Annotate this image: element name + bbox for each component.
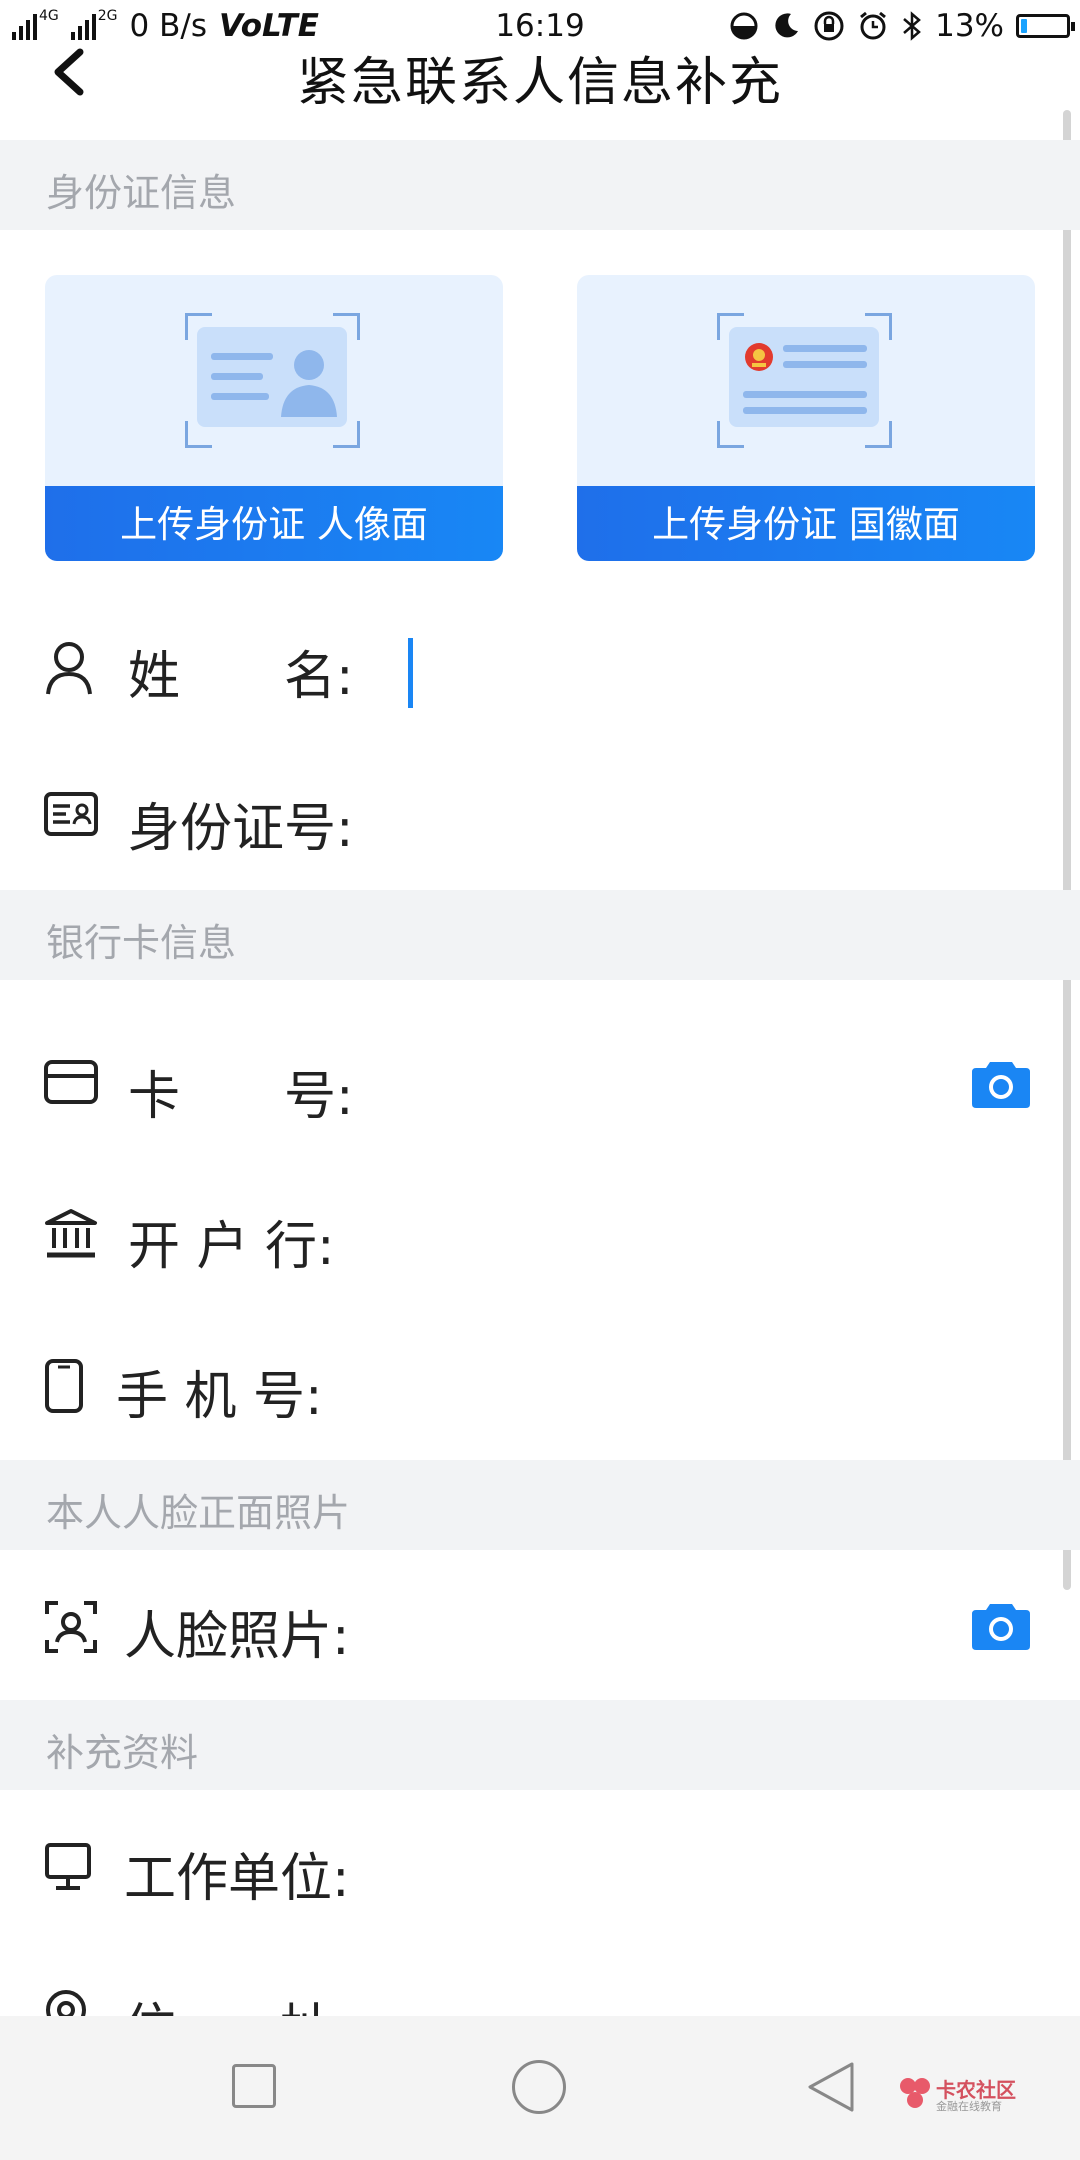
name-input[interactable] — [400, 630, 1000, 710]
bank-field-row[interactable]: 开 户 行: — [0, 1180, 1080, 1300]
alarm-icon — [860, 11, 887, 40]
id-number-label: 身份证号: — [128, 799, 354, 859]
upload-id-back-label: 上传身份证 国徽面 — [577, 486, 1035, 561]
moon-icon — [775, 13, 799, 38]
battery-percent: 13% — [935, 8, 1004, 44]
watermark-slogan: 金融在线教育 — [936, 2100, 1002, 2113]
battery-icon — [1016, 14, 1075, 38]
kanong-logo-icon — [900, 2078, 930, 2108]
phone-label: 手 机 号: — [116, 1367, 323, 1427]
id-card-icon — [44, 792, 98, 836]
camera-icon-card-scan[interactable] — [970, 1058, 1032, 1110]
text-cursor — [408, 638, 413, 708]
section-extra-info: 补充资料 — [0, 1700, 1080, 1790]
national-emblem-icon — [745, 343, 773, 371]
name-label: 姓 名: — [128, 647, 354, 707]
title-bar: 紧急联系人信息补充 — [0, 40, 1080, 140]
phone-field-row[interactable]: 手 机 号: — [0, 1330, 1080, 1450]
section-id-info: 身份证信息 — [0, 140, 1080, 230]
mobile-phone-icon — [45, 1359, 83, 1413]
face-photo-field-row[interactable]: 人脸照片: — [0, 1570, 1080, 1690]
rotation-lock-icon — [814, 11, 844, 41]
section-bank-info-label: 银行卡信息 — [46, 921, 237, 965]
person-icon — [46, 642, 92, 695]
section-bank-info: 银行卡信息 — [0, 890, 1080, 980]
employer-field-row[interactable]: 工作单位: — [0, 1810, 1080, 1930]
bank-label: 开 户 行: — [128, 1217, 335, 1277]
card-number-label: 卡 号: — [128, 1067, 354, 1127]
system-navigation-bar: 卡农社区 金融在线教育 — [0, 2016, 1080, 2160]
section-face-photo-label: 本人人脸正面照片 — [46, 1491, 351, 1535]
back-nav-button[interactable] — [806, 2060, 856, 2114]
portrait-icon — [281, 350, 337, 417]
bank-card-icon — [44, 1060, 98, 1104]
id-number-field-row[interactable]: 身份证号: — [0, 760, 1080, 880]
upload-id-front-card[interactable]: 上传身份证 人像面 — [45, 275, 503, 561]
upload-id-front-label: 上传身份证 人像面 — [45, 486, 503, 561]
address-field-row[interactable]: 住 址: — [0, 1960, 1080, 2016]
home-button[interactable] — [512, 2060, 566, 2114]
id-front-illustration — [185, 313, 360, 448]
section-face-photo: 本人人脸正面照片 — [0, 1460, 1080, 1550]
bank-icon — [45, 1209, 97, 1258]
card-number-field-row[interactable]: 卡 号: — [0, 1030, 1080, 1150]
section-extra-info-label: 补充资料 — [46, 1731, 199, 1775]
location-pin-icon — [45, 1990, 87, 2016]
recent-apps-button[interactable] — [232, 2064, 276, 2108]
watermark-logo: 卡农社区 金融在线教育 — [898, 2074, 1018, 2114]
address-label: 住 址: — [124, 1986, 350, 2016]
clock: 16:19 — [495, 8, 585, 44]
upload-id-back-card[interactable]: 上传身份证 国徽面 — [577, 275, 1035, 561]
monitor-icon — [45, 1843, 91, 1890]
page-title: 紧急联系人信息补充 — [296, 53, 783, 113]
id-back-illustration — [717, 313, 892, 448]
face-photo-label: 人脸照片: — [124, 1607, 350, 1667]
face-scan-icon — [45, 1601, 97, 1653]
section-id-info-label: 身份证信息 — [46, 171, 237, 215]
bluetooth-icon — [903, 11, 922, 41]
camera-icon-face-photo[interactable] — [970, 1600, 1032, 1652]
employer-label: 工作单位: — [124, 1849, 350, 1909]
name-field-row[interactable]: 姓 名: — [0, 610, 1080, 730]
data-saver-icon — [730, 12, 758, 40]
